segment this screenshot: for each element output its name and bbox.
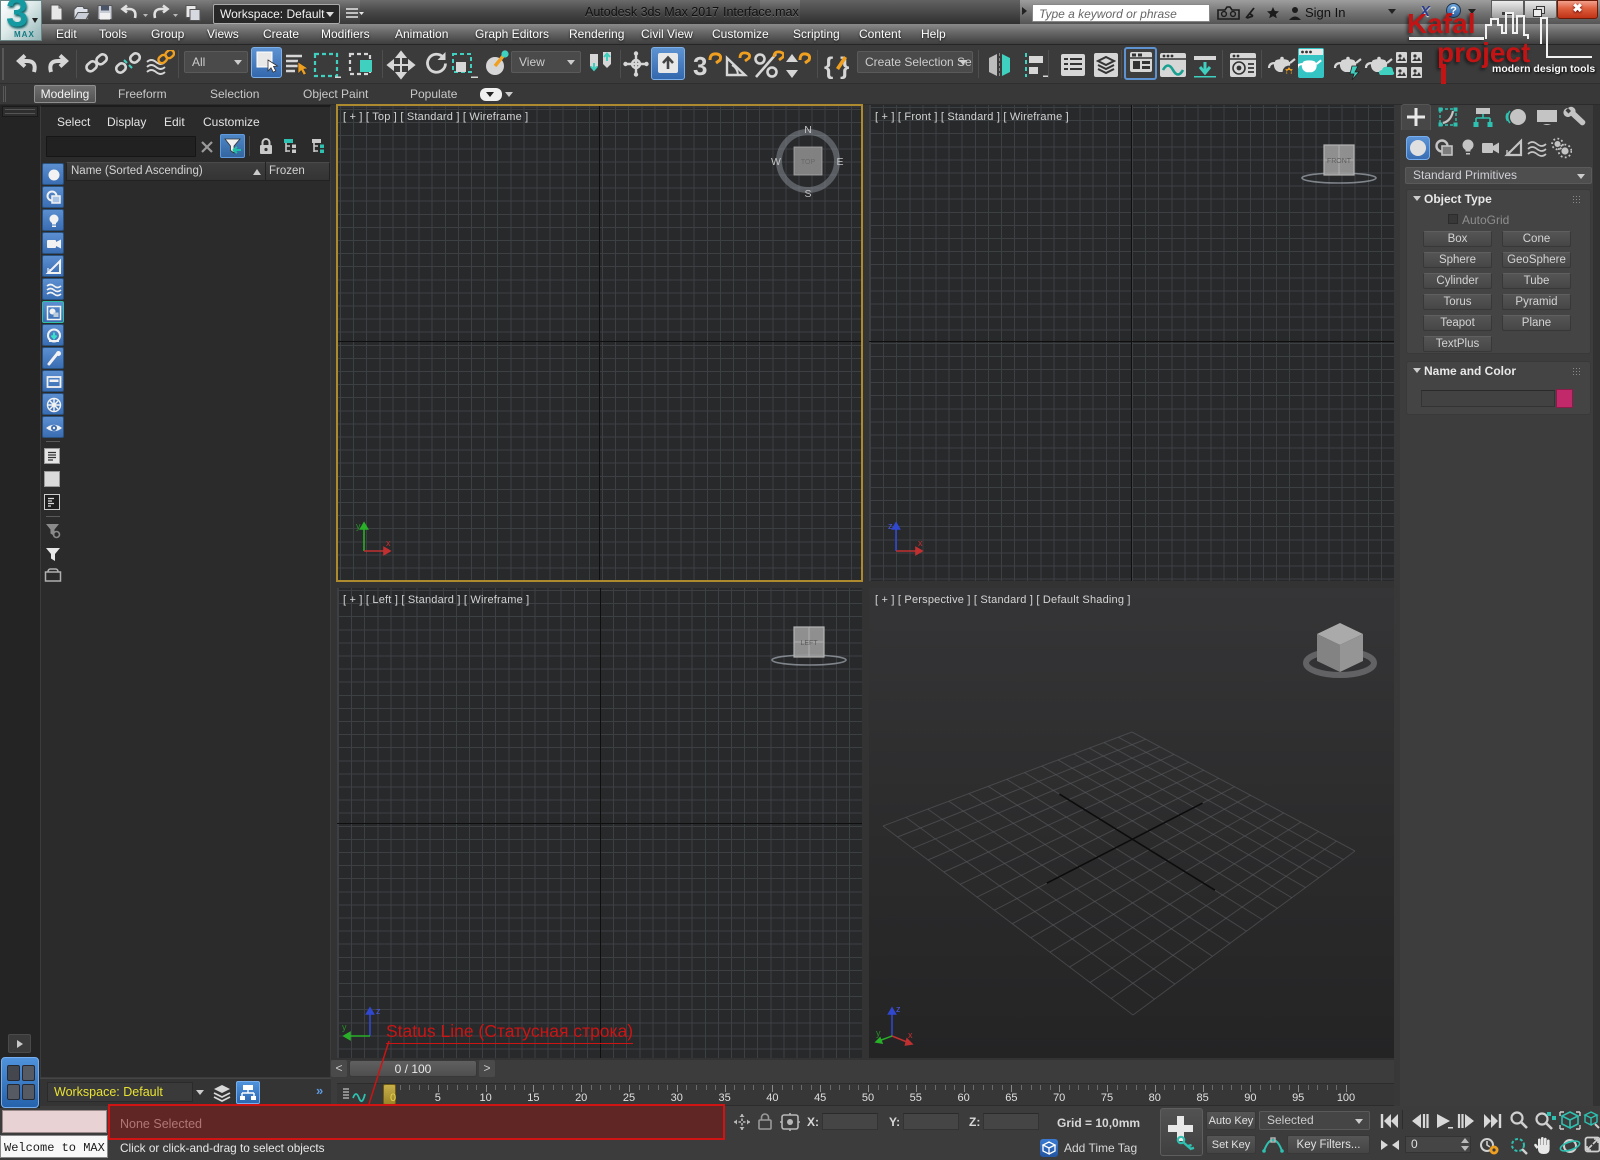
svg-text:{: { [824, 53, 833, 80]
svg-text:y: y [342, 1022, 347, 1032]
svg-text:TOP: TOP [801, 159, 816, 166]
svg-text:z: z [896, 1004, 901, 1014]
svg-text:E: E [836, 156, 843, 168]
svg-text:3: 3 [693, 51, 707, 81]
svg-text:z: z [376, 1006, 381, 1016]
svg-text:FRONT: FRONT [1327, 158, 1352, 165]
svg-text:z: z [888, 521, 893, 531]
svg-text:y: y [876, 1028, 881, 1038]
svg-text:x: x [908, 1030, 913, 1040]
svg-text:N: N [804, 124, 812, 136]
svg-text:S: S [804, 188, 811, 200]
svg-text:x: x [918, 538, 923, 548]
svg-text:y: y [356, 521, 361, 531]
svg-text:x: x [386, 538, 391, 548]
svg-text:LEFT: LEFT [800, 640, 818, 647]
svg-text:W: W [771, 156, 781, 168]
